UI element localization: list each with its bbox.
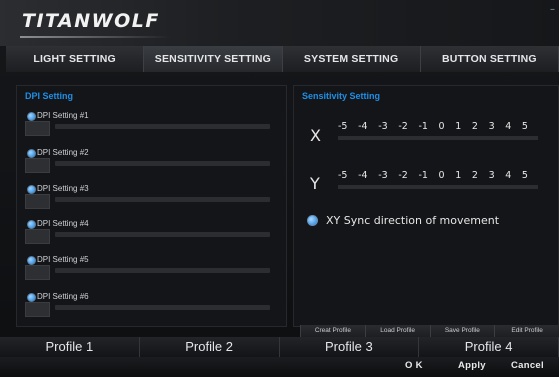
ok-button[interactable]: O K <box>405 360 423 371</box>
y-tick: 5 <box>521 170 528 181</box>
dpi-5-value-box[interactable] <box>25 265 50 280</box>
dpi-4-slider[interactable] <box>55 232 270 237</box>
y-tick: -3 <box>378 170 388 181</box>
dpi-6-value-box[interactable] <box>25 302 50 317</box>
dpi-row-6: DPI Setting #6 <box>25 292 283 317</box>
y-tick: 2 <box>471 170 478 181</box>
save-profile-button[interactable]: Save Profile <box>429 325 495 337</box>
dpi-1-slider[interactable] <box>55 124 270 129</box>
x-tick: 0 <box>438 121 445 132</box>
dpi-3-radio[interactable] <box>27 185 36 194</box>
dpi-row-5: DPI Setting #5 <box>25 255 283 280</box>
sensitivity-panel-title: Sensitivity Setting <box>302 91 381 101</box>
dpi-row-2: DPI Setting #2 <box>25 148 283 173</box>
dpi-5-slider[interactable] <box>55 268 270 273</box>
bottom-bar: O K Apply Cancel <box>0 357 559 377</box>
profile-tabs: Profile 1 Profile 2 Profile 3 Profile 4 <box>0 337 559 357</box>
y-tick: -4 <box>358 170 368 181</box>
x-tick: 2 <box>471 121 478 132</box>
dpi-6-radio[interactable] <box>27 293 36 302</box>
tab-sensitivity-setting[interactable]: SENSITIVITY SETTING <box>144 46 283 72</box>
dpi-4-radio[interactable] <box>27 220 36 229</box>
dpi-6-label: DPI Setting #6 <box>37 292 89 301</box>
dpi-2-radio[interactable] <box>27 149 36 158</box>
minimize-button[interactable]: – <box>550 4 555 15</box>
x-tick: -2 <box>398 121 408 132</box>
dpi-panel-title: DPI Setting <box>25 91 74 101</box>
apply-button[interactable]: Apply <box>458 360 486 371</box>
x-sensitivity-slider[interactable] <box>338 136 538 140</box>
y-tick: -1 <box>418 170 428 181</box>
x-tick: 1 <box>455 121 462 132</box>
x-tick: 4 <box>505 121 512 132</box>
x-tick: -1 <box>418 121 428 132</box>
app-window: TITANWOLF – LIGHT SETTING SENSITIVITY SE… <box>0 0 559 377</box>
x-tick: -3 <box>378 121 388 132</box>
dpi-1-label: DPI Setting #1 <box>37 111 89 120</box>
dpi-3-value-box[interactable] <box>25 194 50 209</box>
y-sensitivity-slider[interactable] <box>338 185 538 189</box>
dpi-6-slider[interactable] <box>55 305 270 310</box>
dpi-5-radio[interactable] <box>27 256 36 265</box>
xy-sync-option[interactable]: XY Sync direction of movement <box>307 214 499 227</box>
dpi-3-slider[interactable] <box>55 197 270 202</box>
xy-sync-radio[interactable] <box>307 215 318 226</box>
tab-button-setting[interactable]: BUTTON SETTING <box>420 46 559 72</box>
dpi-1-radio[interactable] <box>27 112 36 121</box>
y-axis-label: Y <box>310 174 320 193</box>
tab-system-setting[interactable]: SYSTEM SETTING <box>282 46 421 72</box>
sensitivity-setting-panel: Sensitivity Setting X -5 -4 -3 -2 -1 0 1… <box>293 85 559 327</box>
dpi-5-label: DPI Setting #5 <box>37 255 89 264</box>
create-profile-button[interactable]: Creat Profile <box>300 325 365 337</box>
profile-actions: Creat Profile Load Profile Save Profile … <box>300 325 559 337</box>
dpi-row-1: DPI Setting #1 <box>25 111 283 136</box>
dpi-4-value-box[interactable] <box>25 229 50 244</box>
logo-underline <box>20 36 170 38</box>
profile-3-tab[interactable]: Profile 3 <box>280 337 420 357</box>
dpi-row-4: DPI Setting #4 <box>25 219 283 244</box>
header: TITANWOLF – <box>0 0 559 46</box>
profile-4-tab[interactable]: Profile 4 <box>419 337 559 357</box>
tab-light-setting[interactable]: LIGHT SETTING <box>6 46 145 72</box>
dpi-setting-panel: DPI Setting DPI Setting #1 DPI Setting #… <box>16 85 287 327</box>
main-tabs: LIGHT SETTING SENSITIVITY SETTING SYSTEM… <box>6 46 559 72</box>
profile-1-tab[interactable]: Profile 1 <box>0 337 140 357</box>
load-profile-button[interactable]: Load Profile <box>364 325 430 337</box>
dpi-2-slider[interactable] <box>55 161 270 166</box>
x-tick: 5 <box>521 121 528 132</box>
dpi-2-label: DPI Setting #2 <box>37 148 89 157</box>
dpi-2-value-box[interactable] <box>25 158 50 173</box>
y-tick: 4 <box>505 170 512 181</box>
dpi-4-label: DPI Setting #4 <box>37 219 89 228</box>
cancel-button[interactable]: Cancel <box>511 360 544 371</box>
y-tick: 1 <box>455 170 462 181</box>
x-tick: -4 <box>358 121 368 132</box>
y-tick: 0 <box>438 170 445 181</box>
y-tick: -5 <box>338 170 348 181</box>
dpi-row-3: DPI Setting #3 <box>25 184 283 209</box>
y-tick: 3 <box>488 170 495 181</box>
x-tick: 3 <box>488 121 495 132</box>
dpi-3-label: DPI Setting #3 <box>37 184 89 193</box>
x-tick: -5 <box>338 121 348 132</box>
xy-sync-label: XY Sync direction of movement <box>326 214 500 227</box>
dpi-1-value-box[interactable] <box>25 121 50 136</box>
x-scale: -5 -4 -3 -2 -1 0 1 2 3 4 5 <box>338 121 528 132</box>
profile-2-tab[interactable]: Profile 2 <box>140 337 280 357</box>
edit-profile-button[interactable]: Edit Profile <box>494 325 559 337</box>
titanwolf-logo: TITANWOLF <box>22 10 160 32</box>
y-tick: -2 <box>398 170 408 181</box>
y-scale: -5 -4 -3 -2 -1 0 1 2 3 4 5 <box>338 170 528 181</box>
x-axis-label: X <box>310 126 321 145</box>
